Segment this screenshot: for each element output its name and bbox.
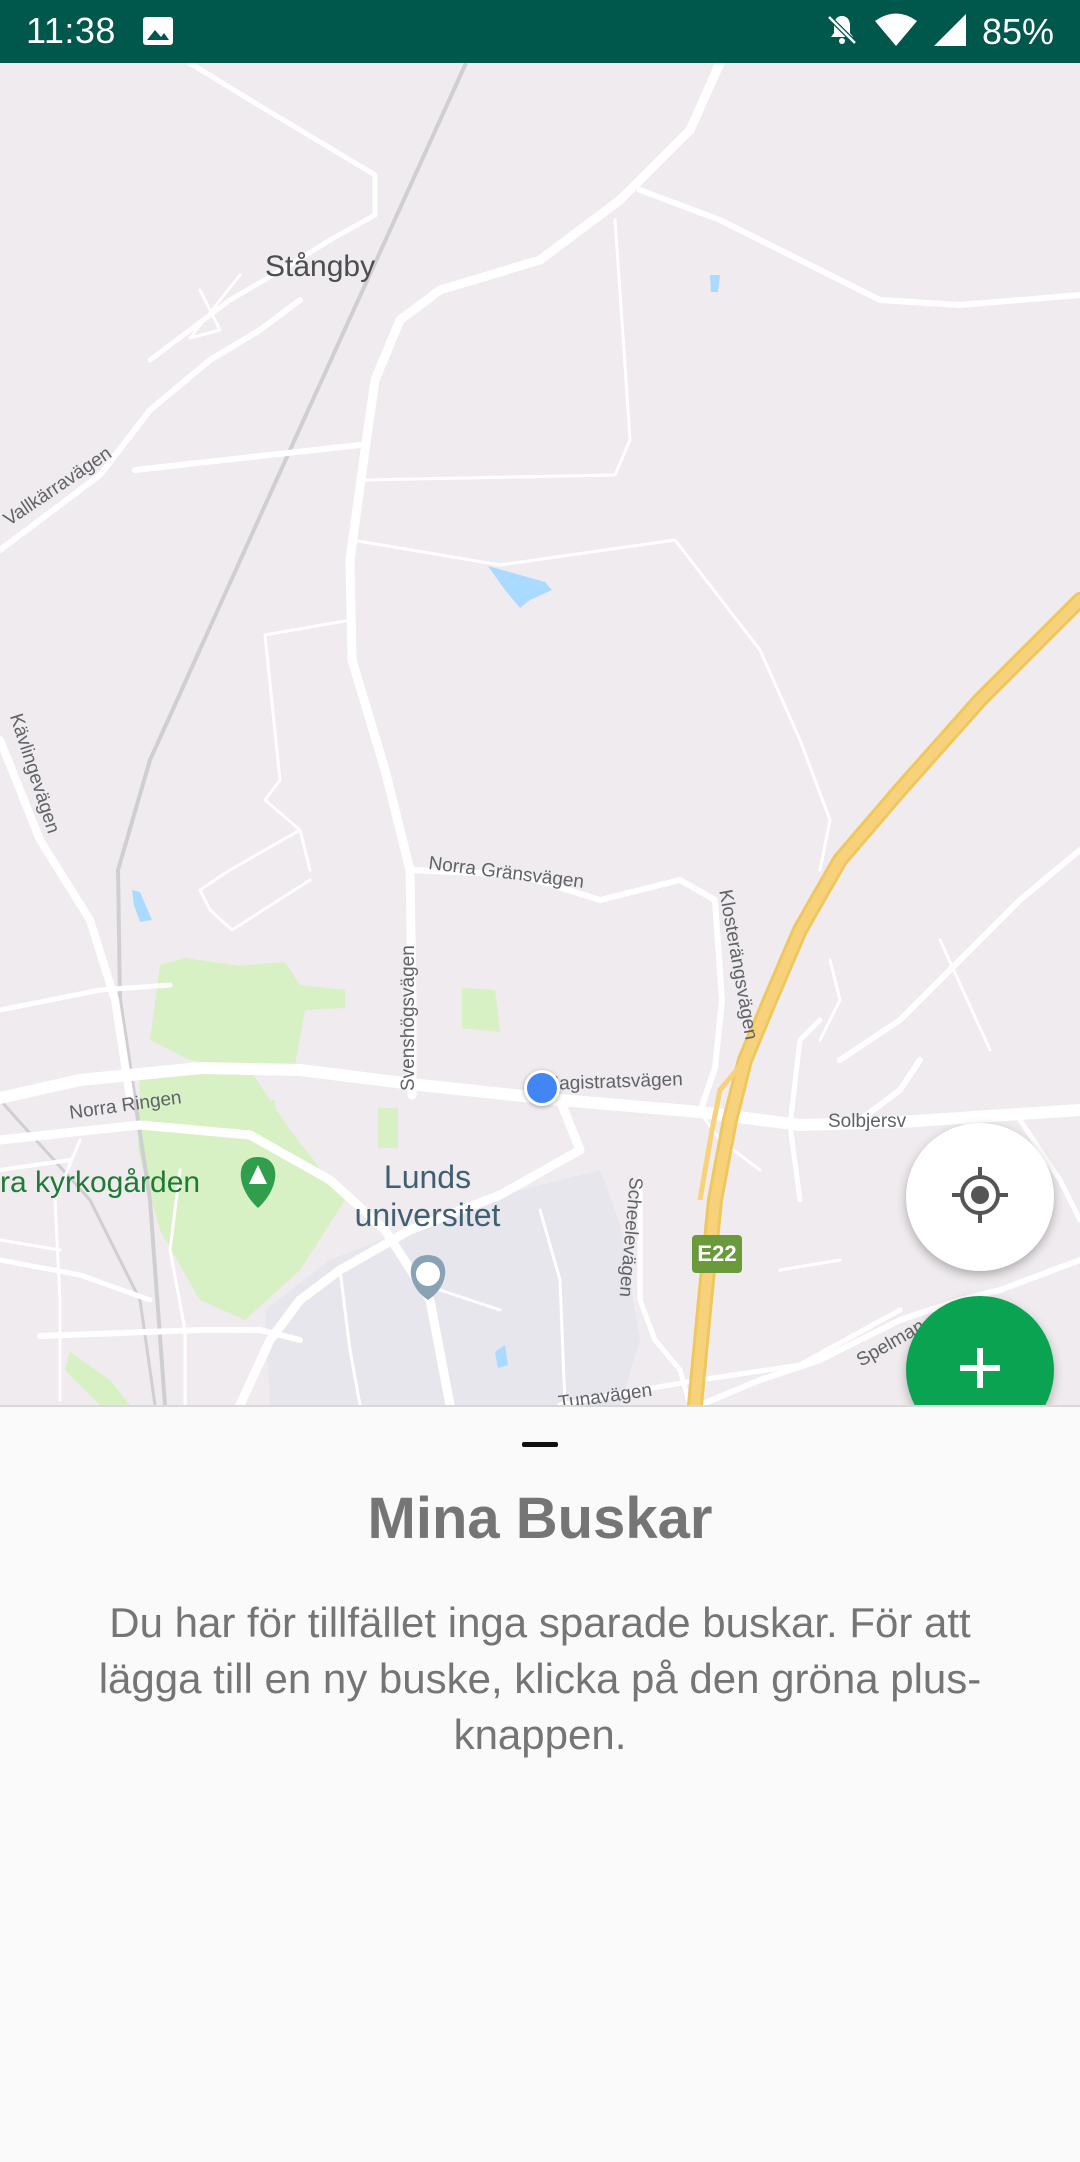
plus-icon (957, 1345, 1003, 1396)
road-label-solbjersv: Solbjersv (828, 1111, 907, 1132)
notifications-off-icon (824, 12, 860, 53)
bottom-sheet[interactable]: Mina Buskar Du har för tillfället inga s… (0, 1405, 1080, 2162)
empty-state-message: Du har för tillfället inga sparade buska… (98, 1599, 982, 1758)
status-time: 11:38 (26, 10, 116, 51)
signal-icon (932, 12, 968, 53)
status-icons: 85% (824, 10, 1054, 54)
drag-handle[interactable] (522, 1442, 558, 1447)
map-view[interactable]: Stångby Lunds universitet ra kyrkogården… (0, 63, 1080, 1405)
my-location-button[interactable] (906, 1123, 1054, 1271)
wifi-icon (874, 12, 918, 53)
road-label-svenshogsvagen: Svenshögsvägen (398, 945, 419, 1091)
highway-shield-e22: E22 (692, 1235, 742, 1273)
gallery-icon (142, 16, 174, 46)
status-bar: 11:38 85% (0, 0, 1080, 63)
current-location-dot (524, 1070, 560, 1106)
sheet-title: Mina Buskar (367, 1486, 713, 1551)
place-label-stangby: Stångby (265, 250, 376, 283)
battery-percent: 85% (981, 11, 1054, 52)
place-label-cemetery: ra kyrkogården (0, 1166, 201, 1199)
place-label-university: Lunds universitet (354, 1159, 501, 1233)
my-location-icon (950, 1165, 1010, 1230)
